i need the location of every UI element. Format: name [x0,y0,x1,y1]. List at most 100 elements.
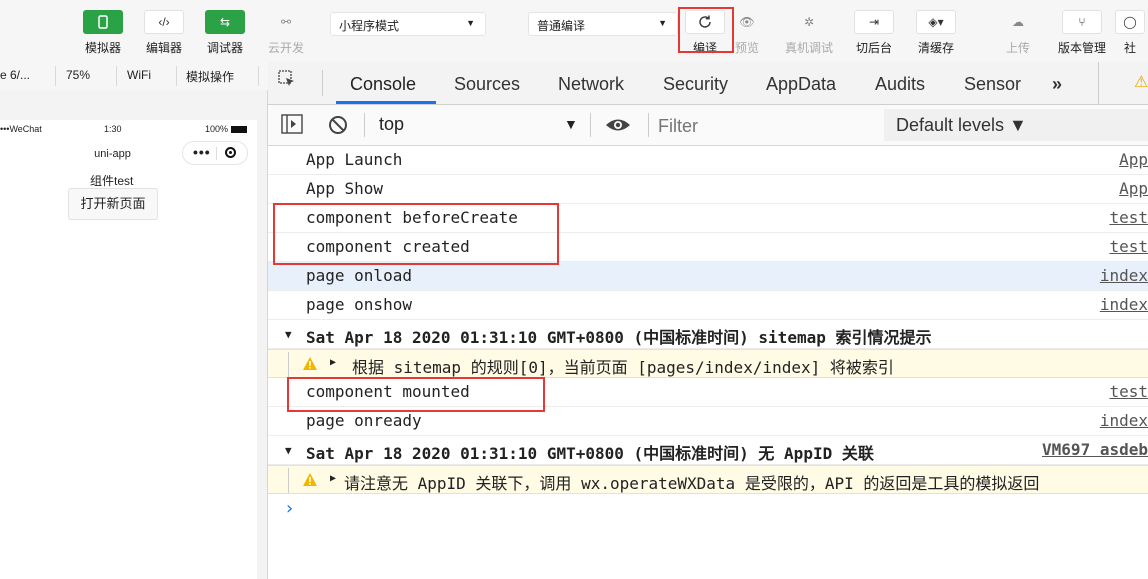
clear-cache-button[interactable]: ◈▾ 清缓存 [905,10,967,56]
warning-row[interactable]: ▶ 根据 sitemap 的规则[0]，当前页面 [pages/index/in… [268,349,1148,378]
debugger-button[interactable]: ⇆ 调试器 [194,10,256,56]
divider [176,66,177,86]
context-select[interactable]: top ▼ [372,105,586,145]
compile-highlight-box [678,7,734,53]
group-indent-line [288,468,289,493]
source-link[interactable]: App [1119,150,1148,169]
remote-debug-button[interactable]: ✲ 真机调试 [778,10,840,56]
source-link[interactable]: test [1109,382,1148,401]
dropdown-arrow-icon: ▼ [466,18,475,28]
log-row: App Show App [268,175,1148,204]
warning-row[interactable]: ▶ 请注意无 AppID 关联下，调用 wx.operateWXData 是受限… [268,465,1148,494]
log-group-header[interactable]: ▼ Sat Apr 18 2020 01:31:10 GMT+0800 (中国标… [268,436,1148,465]
inspect-element-icon[interactable] [278,70,296,88]
divider [590,113,591,137]
bug-icon: ✲ [803,15,815,29]
version-button[interactable]: ⑂ 版本管理 [1051,10,1113,56]
dropdown-arrow-icon: ▼ [564,116,578,132]
main-toolbar: 模拟器 ‹/› 编辑器 ⇆ 调试器 ⚯ 云开发 小程序模式 ▼ 普通编译 ▼ 编… [0,0,1148,63]
community-button[interactable]: ◯ 社 [1112,10,1148,56]
editor-button[interactable]: ‹/› 编辑器 [133,10,195,56]
console-filter-bar: top ▼ Default levels ▼ [268,105,1148,146]
warning-icon[interactable]: ⚠ [1134,72,1148,92]
status-carrier: •••WeChat [0,124,42,134]
phone-icon [83,10,123,34]
warning-icon [302,472,318,488]
annotation-box [287,377,545,412]
console-output: App Launch App App Show App component be… [268,146,1148,579]
tab-security[interactable]: Security [663,74,728,95]
switch-back-icon: ⇥ [854,10,894,34]
source-link[interactable]: test [1109,208,1148,227]
simulator-toolbar: e 6/... 75% WiFi 模拟操作 [0,62,268,91]
status-time: 1:30 [104,124,122,134]
background-button[interactable]: ⇥ 切后台 [843,10,905,56]
divider [116,66,117,86]
devtools-tabs: Console Sources Network Security AppData… [268,62,1148,105]
warning-icon [302,356,318,372]
sidebar-toggle-icon[interactable] [281,114,303,134]
expand-triangle-icon[interactable]: ▼ [285,444,292,457]
tab-network[interactable]: Network [558,74,624,95]
source-link[interactable]: index [1100,295,1148,314]
source-link[interactable]: index [1100,266,1148,285]
active-tab-indicator [336,101,436,104]
more-icon[interactable]: ••• [193,144,211,160]
network-select[interactable]: WiFi [127,68,151,82]
log-levels-select[interactable]: Default levels ▼ [884,109,1148,141]
tab-sensor[interactable]: Sensor [964,74,1021,95]
cloud-link-icon: ⚯ [280,15,292,29]
source-link[interactable]: index [1100,411,1148,430]
code-icon: ‹/› [144,10,184,34]
annotation-box [273,203,559,265]
mode-select[interactable]: 小程序模式 ▼ [330,12,486,36]
group-indent-line [288,352,289,377]
device-select[interactable]: e 6/... [0,68,30,82]
simulate-ops-select[interactable]: 模拟操作 [186,68,234,85]
component-text: 组件test [90,174,134,188]
divider [1098,62,1099,104]
eye-icon[interactable] [605,117,631,133]
cloud-dev-button[interactable]: ⚯ 云开发 [255,10,317,56]
layers-icon: ◈▾ [916,10,956,34]
log-row: page onload index [268,262,1148,291]
expand-caret-icon[interactable]: ▶ [330,473,336,484]
tab-appdata[interactable]: AppData [766,74,836,95]
debug-arrows-icon: ⇆ [205,10,245,34]
compile-mode-select[interactable]: 普通编译 ▼ [528,12,678,36]
upload-button[interactable]: ☁ 上传 [987,10,1049,56]
devtools-panel: Console Sources Network Security AppData… [268,62,1148,579]
expand-caret-icon[interactable]: ▶ [330,357,336,368]
log-row: page onshow index [268,291,1148,320]
dropdown-arrow-icon: ▼ [658,18,667,28]
log-group-header[interactable]: ▼ Sat Apr 18 2020 01:31:10 GMT+0800 (中国标… [268,320,1148,349]
battery-icon [230,126,247,134]
chat-icon: ◯ [1115,10,1145,34]
tab-sources[interactable]: Sources [454,74,520,95]
phone-screen: •••WeChat 1:30 100% uni-app ••• 组件test 打… [0,120,257,579]
close-miniprogram-icon[interactable] [225,147,236,158]
divider [364,113,365,137]
divider [216,147,217,160]
capsule-menu[interactable]: ••• [182,141,248,165]
cloud-upload-icon: ☁ [1012,15,1024,29]
zoom-select[interactable]: 75% [66,68,90,82]
more-tabs-icon[interactable]: » [1052,74,1062,95]
source-link[interactable]: VM697 asdeb [1042,440,1148,459]
simulator-panel: •••WeChat 1:30 100% uni-app ••• 组件test 打… [0,90,268,579]
tab-audits[interactable]: Audits [875,74,925,95]
source-link[interactable]: App [1119,179,1148,198]
log-row: App Launch App [268,146,1148,175]
simulator-button[interactable]: 模拟器 [72,10,134,56]
open-new-page-button[interactable]: 打开新页面 [68,188,158,220]
source-link[interactable]: test [1109,237,1148,256]
divider [648,113,649,137]
tab-console[interactable]: Console [350,74,416,95]
clear-console-icon[interactable] [328,115,348,135]
divider [258,66,259,86]
status-battery: 100% [205,124,247,134]
console-filter-input[interactable] [656,111,885,141]
expand-triangle-icon[interactable]: ▼ [285,328,292,341]
console-prompt[interactable]: › [284,498,295,519]
branch-icon: ⑂ [1062,10,1102,34]
